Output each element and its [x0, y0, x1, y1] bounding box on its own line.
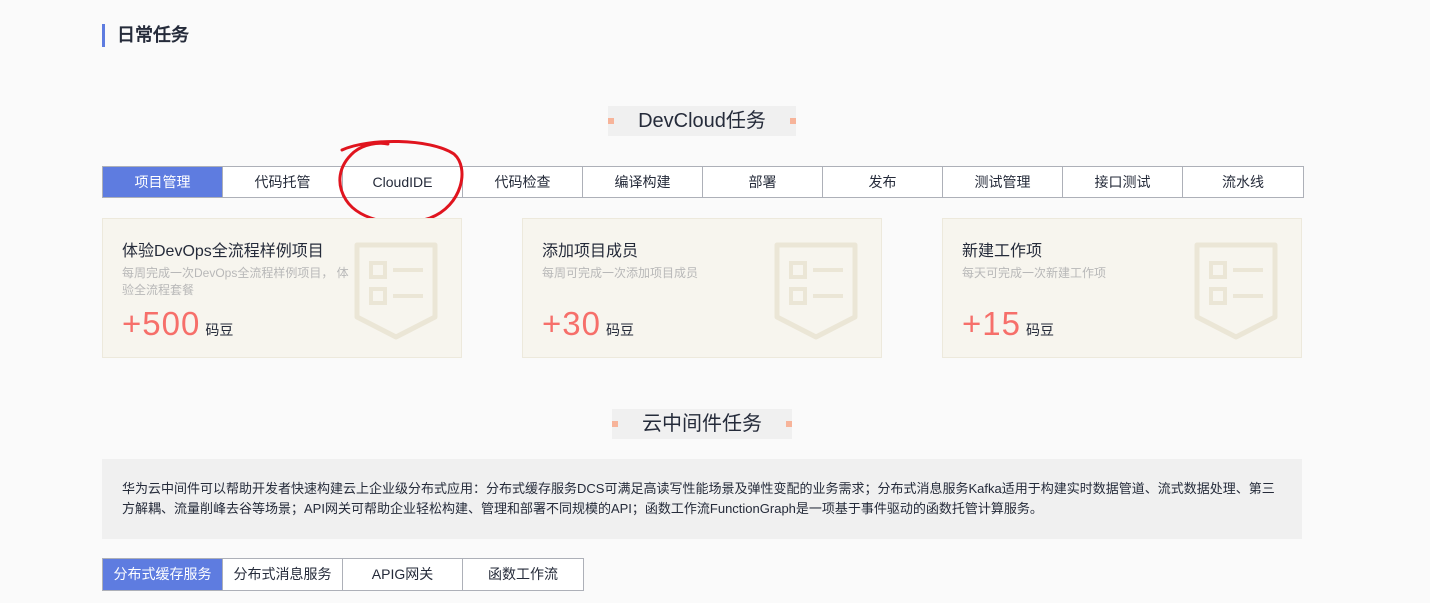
tab-distributed-cache[interactable]: 分布式缓存服务	[103, 559, 223, 590]
points-unit: 码豆	[1025, 322, 1054, 338]
tab-test-management[interactable]: 测试管理	[943, 167, 1063, 197]
middleware-title-text: 云中间件任务	[642, 413, 762, 435]
title-dot-right	[789, 118, 796, 124]
card-title: 体验DevOps全流程样例项目	[122, 243, 324, 260]
task-card-devops-sample[interactable]: 体验DevOps全流程样例项目 每周完成一次DevOps全流程样例项目， 体验全…	[102, 218, 462, 358]
middleware-tabs: 分布式缓存服务 分布式消息服务 APIG网关 函数工作流	[102, 558, 584, 591]
tab-apig-gateway[interactable]: APIG网关	[343, 559, 463, 590]
task-card-add-member[interactable]: 添加项目成员 每周可完成一次添加项目成员 +30 码豆	[522, 218, 882, 358]
tab-cloudide[interactable]: CloudIDE	[343, 167, 463, 197]
card-points: +500 码豆	[122, 305, 233, 343]
tab-api-test[interactable]: 接口测试	[1063, 167, 1183, 197]
title-dot-left	[612, 421, 618, 427]
tab-pipeline[interactable]: 流水线	[1183, 167, 1303, 197]
tab-project-management[interactable]: 项目管理	[103, 167, 223, 197]
task-card-new-work-item[interactable]: 新建工作项 每天可完成一次新建工作项 +15 码豆	[942, 218, 1302, 358]
card-desc: 每周完成一次DevOps全流程样例项目， 体验全流程套餐	[122, 266, 349, 297]
title-dot-left	[608, 118, 615, 124]
task-list-icon	[1194, 242, 1278, 340]
card-points: +30 码豆	[542, 305, 634, 343]
points-value: +500	[122, 305, 201, 342]
tab-distributed-message[interactable]: 分布式消息服务	[223, 559, 343, 590]
devcloud-title-text: DevCloud任务	[638, 110, 766, 132]
points-unit: 码豆	[205, 322, 234, 338]
middleware-title: 云中间件任务	[612, 409, 792, 439]
middleware-title-wrap: 云中间件任务	[0, 409, 1404, 439]
points-unit: 码豆	[605, 322, 634, 338]
title-dot-right	[786, 421, 792, 427]
tab-deploy[interactable]: 部署	[703, 167, 823, 197]
task-list-icon	[774, 242, 858, 340]
devcloud-title: DevCloud任务	[608, 106, 796, 136]
tab-function-workflow[interactable]: 函数工作流	[463, 559, 583, 590]
middleware-description: 华为云中间件可以帮助开发者快速构建云上企业级分布式应用：分布式缓存服务DCS可满…	[102, 459, 1302, 539]
tab-code-check[interactable]: 代码检查	[463, 167, 583, 197]
task-list-icon	[354, 242, 438, 340]
tab-compile-build[interactable]: 编译构建	[583, 167, 703, 197]
points-value: +30	[542, 305, 601, 342]
card-desc: 每天可完成一次新建工作项	[962, 266, 1107, 280]
card-points: +15 码豆	[962, 305, 1054, 343]
tab-release[interactable]: 发布	[823, 167, 943, 197]
card-title: 添加项目成员	[542, 243, 639, 260]
tab-code-hosting[interactable]: 代码托管	[223, 167, 343, 197]
devcloud-tabs: 项目管理 代码托管 CloudIDE 代码检查 编译构建 部署 发布 测试管理 …	[102, 166, 1304, 198]
card-desc: 每周可完成一次添加项目成员	[542, 266, 699, 280]
devcloud-title-wrap: DevCloud任务	[0, 106, 1404, 136]
points-value: +15	[962, 305, 1021, 342]
section-title: 日常任务	[102, 24, 189, 47]
card-title: 新建工作项	[962, 243, 1043, 260]
